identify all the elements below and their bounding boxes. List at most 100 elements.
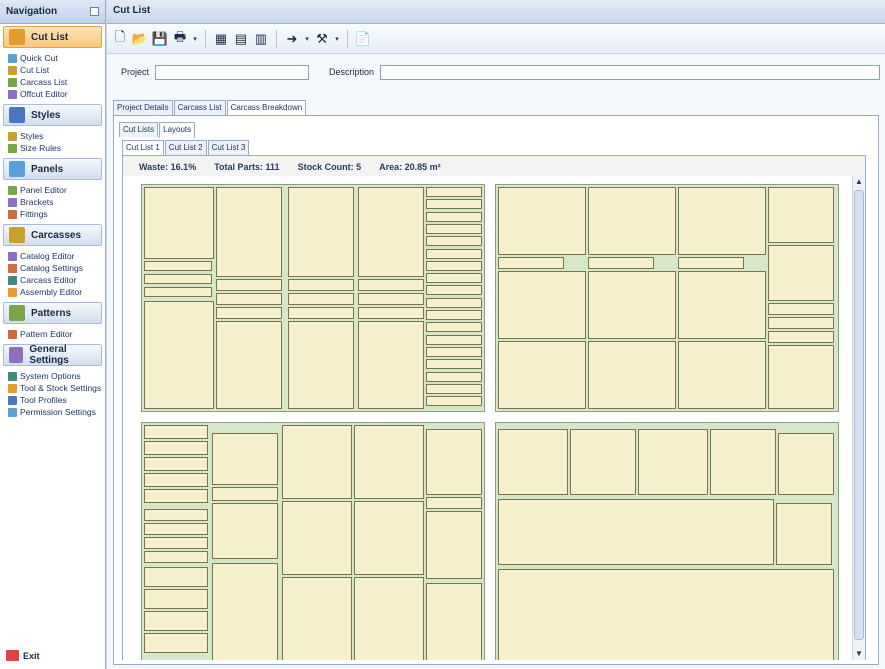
cut-part[interactable] bbox=[498, 499, 774, 565]
new-icon[interactable]: 🗋 bbox=[111, 29, 129, 48]
tools-icon[interactable]: ⚒ bbox=[313, 30, 331, 48]
grid-icon[interactable]: ▦ bbox=[212, 30, 230, 48]
nav-item-pattern-editor[interactable]: Pattern Editor bbox=[8, 328, 105, 340]
cut-part[interactable] bbox=[216, 293, 282, 305]
nav-item-tool-profiles[interactable]: Tool Profiles bbox=[8, 394, 105, 406]
cut-part[interactable] bbox=[358, 279, 424, 291]
cut-part[interactable] bbox=[426, 273, 482, 284]
cut-part[interactable] bbox=[426, 359, 482, 370]
cut-part[interactable] bbox=[710, 429, 776, 495]
cut-part[interactable] bbox=[216, 187, 282, 277]
print-icon[interactable]: 🖶 bbox=[171, 29, 189, 48]
dropdown-icon[interactable]: ▾ bbox=[191, 30, 199, 48]
cut-part[interactable] bbox=[216, 321, 282, 409]
project-input[interactable] bbox=[155, 64, 310, 80]
cut-part[interactable] bbox=[426, 371, 482, 382]
cut-part[interactable] bbox=[212, 487, 278, 501]
cut-part[interactable] bbox=[678, 257, 744, 269]
cut-part[interactable] bbox=[426, 511, 482, 579]
nav-item-styles[interactable]: Styles bbox=[8, 130, 105, 142]
stock-sheet[interactable] bbox=[141, 184, 485, 412]
cut-part[interactable] bbox=[498, 341, 586, 409]
nav-item-offcut-editor[interactable]: Offcut Editor bbox=[8, 88, 105, 100]
nav-group-patterns[interactable]: Patterns bbox=[3, 302, 102, 324]
cut-part[interactable] bbox=[358, 187, 424, 277]
cut-part[interactable] bbox=[498, 187, 586, 255]
cut-part[interactable] bbox=[144, 489, 208, 503]
cut-part[interactable] bbox=[426, 429, 482, 495]
pin-icon[interactable] bbox=[90, 7, 99, 16]
cut-part[interactable] bbox=[426, 310, 482, 320]
cut-part[interactable] bbox=[354, 577, 424, 660]
nav-group-panels[interactable]: Panels bbox=[3, 158, 102, 180]
tab-cut-list-1[interactable]: Cut List 1 bbox=[122, 140, 164, 156]
cut-part[interactable] bbox=[498, 271, 586, 339]
cut-part[interactable] bbox=[498, 429, 568, 495]
cut-part[interactable] bbox=[288, 279, 354, 291]
cut-part[interactable] bbox=[768, 345, 834, 409]
cut-part[interactable] bbox=[426, 334, 482, 345]
tab-cut-lists[interactable]: Cut Lists bbox=[119, 122, 159, 137]
cut-part[interactable] bbox=[426, 236, 482, 247]
nav-item-fittings[interactable]: Fittings bbox=[8, 208, 105, 220]
cut-part[interactable] bbox=[144, 567, 208, 587]
cut-part[interactable] bbox=[638, 429, 708, 495]
cut-part[interactable] bbox=[768, 303, 834, 315]
cut-part[interactable] bbox=[144, 473, 208, 487]
cut-part[interactable] bbox=[588, 187, 676, 255]
delete-grid-icon[interactable]: ▤ bbox=[232, 30, 250, 48]
cut-part[interactable] bbox=[144, 274, 212, 284]
nav-item-catalog-editor[interactable]: Catalog Editor bbox=[8, 250, 105, 262]
scroll-down-icon[interactable]: ▼ bbox=[853, 648, 865, 660]
cut-part[interactable] bbox=[426, 583, 482, 660]
cut-part[interactable] bbox=[426, 396, 482, 407]
cut-part[interactable] bbox=[216, 279, 282, 291]
cut-part[interactable] bbox=[776, 503, 832, 565]
cut-part[interactable] bbox=[768, 317, 834, 329]
dropdown-icon[interactable]: ▾ bbox=[303, 30, 311, 48]
cut-part[interactable] bbox=[678, 341, 766, 409]
cut-part[interactable] bbox=[426, 322, 482, 333]
tab-project-details[interactable]: Project Details bbox=[113, 100, 173, 115]
stock-sheet[interactable] bbox=[495, 422, 839, 660]
cut-part[interactable] bbox=[768, 187, 834, 243]
cut-part[interactable] bbox=[288, 307, 354, 319]
cut-part[interactable] bbox=[426, 248, 482, 259]
cut-part[interactable] bbox=[354, 425, 424, 499]
report-icon[interactable]: 📄 bbox=[354, 30, 372, 48]
cut-part[interactable] bbox=[144, 633, 208, 653]
cut-part[interactable] bbox=[144, 523, 208, 535]
cut-part[interactable] bbox=[288, 187, 354, 277]
tab-carcass-breakdown[interactable]: Carcass Breakdown bbox=[226, 100, 307, 116]
cut-part[interactable] bbox=[212, 503, 278, 559]
nav-group-styles[interactable]: Styles bbox=[3, 104, 102, 126]
nav-group-cut-list[interactable]: Cut List bbox=[3, 26, 102, 48]
cut-part[interactable] bbox=[426, 199, 482, 210]
cut-part[interactable] bbox=[426, 383, 482, 394]
cut-part[interactable] bbox=[588, 271, 676, 339]
cut-part[interactable] bbox=[678, 187, 766, 255]
nav-item-carcass-editor[interactable]: Carcass Editor bbox=[8, 274, 105, 286]
tab-cut-list-3[interactable]: Cut List 3 bbox=[207, 140, 250, 155]
cut-part[interactable] bbox=[570, 429, 636, 495]
cut-part[interactable] bbox=[144, 287, 212, 297]
cut-part[interactable] bbox=[282, 577, 352, 660]
nav-item-quick-cut[interactable]: Quick Cut bbox=[8, 52, 105, 64]
cut-part[interactable] bbox=[144, 425, 208, 439]
stock-sheet[interactable] bbox=[141, 422, 485, 660]
cut-part[interactable] bbox=[358, 321, 424, 409]
cut-part[interactable] bbox=[778, 433, 834, 495]
cut-part[interactable] bbox=[426, 223, 482, 234]
nav-item-system-options[interactable]: System Options bbox=[8, 370, 105, 382]
cut-part[interactable] bbox=[144, 187, 214, 259]
cut-part[interactable] bbox=[426, 285, 482, 296]
cut-part[interactable] bbox=[426, 497, 482, 509]
cut-part[interactable] bbox=[144, 261, 212, 271]
cut-part[interactable] bbox=[212, 433, 278, 485]
cut-part[interactable] bbox=[498, 569, 834, 660]
nav-item-brackets[interactable]: Brackets bbox=[8, 196, 105, 208]
cut-part[interactable] bbox=[678, 271, 766, 339]
cut-part[interactable] bbox=[498, 257, 564, 269]
description-input[interactable] bbox=[380, 64, 881, 80]
cut-part[interactable] bbox=[144, 611, 208, 631]
